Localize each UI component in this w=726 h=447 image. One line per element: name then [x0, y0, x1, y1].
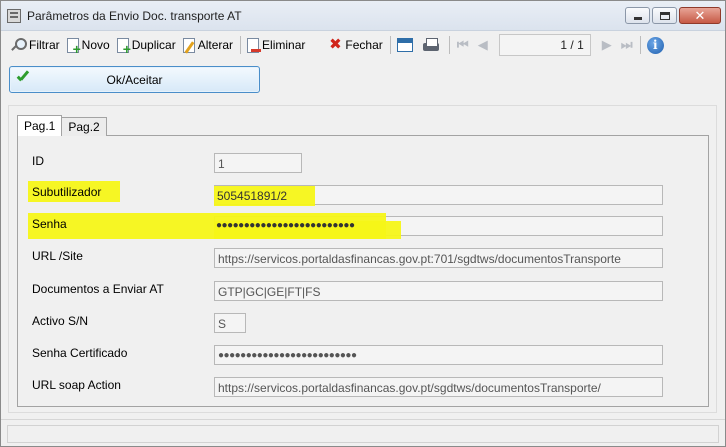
maximize-icon	[660, 12, 670, 20]
tab-pag1[interactable]: Pag.1	[17, 115, 63, 136]
dialog-window: Parâmetros da Envio Doc. transporte AT ✕…	[0, 0, 726, 447]
tab-pag2[interactable]: Pag.2	[61, 117, 107, 136]
print-button[interactable]	[420, 34, 446, 56]
title-bar[interactable]: Parâmetros da Envio Doc. transporte AT ✕	[1, 1, 725, 31]
minimize-icon	[634, 17, 642, 20]
toolbar: Filtrar Novo Duplicar Alterar Eliminar ✖…	[1, 32, 725, 58]
activo-label: Activo S/N	[32, 314, 89, 328]
close-icon: ✕	[694, 8, 706, 23]
activo-field[interactable]: S	[214, 313, 246, 333]
url-site-label: URL /Site	[32, 249, 83, 263]
filtrar-button[interactable]: Filtrar	[7, 34, 64, 56]
status-bar	[1, 419, 725, 446]
window-controls: ✕	[625, 7, 721, 24]
window-title: Parâmetros da Envio Doc. transporte AT	[27, 9, 242, 23]
id-field[interactable]: 1	[214, 153, 302, 173]
alterar-label: Alterar	[197, 38, 234, 52]
id-label: ID	[32, 154, 44, 168]
maximize-button[interactable]	[652, 7, 677, 24]
fechar-button[interactable]: ✖ Fechar	[325, 34, 386, 56]
url-soap-label: URL soap Action	[32, 378, 121, 392]
toolbar-separator	[448, 36, 450, 54]
duplicar-button[interactable]: Duplicar	[113, 34, 180, 56]
url-site-field[interactable]: https://servicos.portaldasfinancas.gov.p…	[214, 248, 663, 268]
documentos-field[interactable]: GTP|GC|GE|FT|FS	[214, 281, 663, 301]
url-soap-field[interactable]: https://servicos.portaldasfinancas.gov.p…	[214, 377, 663, 397]
record-pager: 1 / 1	[498, 34, 591, 56]
toolbar-separator	[639, 36, 641, 54]
duplicar-label: Duplicar	[131, 38, 176, 52]
close-button[interactable]: ✕	[679, 7, 721, 24]
ok-aceitar-button[interactable]: Ok/Aceitar	[9, 66, 260, 93]
new-document-icon	[66, 37, 81, 56]
documentos-label: Documentos a Enviar AT	[32, 282, 164, 296]
fechar-label: Fechar	[345, 38, 383, 52]
ok-aceitar-label: Ok/Aceitar	[106, 73, 163, 87]
tab-panel-pag1	[17, 135, 709, 407]
window-icon	[396, 38, 413, 52]
delete-icon	[247, 37, 262, 53]
senha-certificado-field[interactable]: ●●●●●●●●●●●●●●●●●●●●●●●●●	[214, 345, 663, 365]
eliminar-button[interactable]: Eliminar	[244, 34, 309, 56]
tab-strip: Pag.1 Pag.2	[17, 115, 107, 136]
toolbar-separator	[389, 36, 391, 54]
minimize-button[interactable]	[625, 7, 650, 24]
toolbar-separator	[240, 36, 242, 54]
alterar-button[interactable]: Alterar	[180, 34, 237, 56]
novo-button[interactable]: Novo	[64, 34, 114, 56]
info-button[interactable]: i	[644, 34, 671, 56]
edit-icon	[182, 37, 195, 53]
first-record-icon[interactable]: ⏮	[453, 37, 473, 53]
duplicate-icon	[113, 35, 131, 56]
close-x-icon: ✖	[329, 36, 342, 53]
novo-label: Novo	[81, 38, 110, 52]
next-record-icon[interactable]: ▶	[597, 37, 617, 53]
search-icon	[10, 37, 27, 53]
filtrar-label: Filtrar	[29, 38, 60, 52]
senha-certificado-label: Senha Certificado	[32, 346, 128, 360]
eliminar-label: Eliminar	[262, 38, 306, 52]
last-record-icon[interactable]: ⏭	[617, 37, 637, 53]
printer-icon	[422, 38, 439, 52]
previous-record-icon[interactable]: ◀	[473, 37, 493, 53]
senha-label: Senha	[32, 217, 67, 231]
app-icon	[7, 9, 21, 23]
info-icon: i	[646, 36, 664, 54]
status-panel	[7, 425, 719, 443]
senha-value: ●●●●●●●●●●●●●●●●●●●●●●●●●	[216, 220, 355, 231]
subutilizador-value: 505451891/2	[217, 189, 288, 203]
window-view-button[interactable]	[394, 34, 420, 56]
subutilizador-label: Subutilizador	[32, 185, 102, 199]
